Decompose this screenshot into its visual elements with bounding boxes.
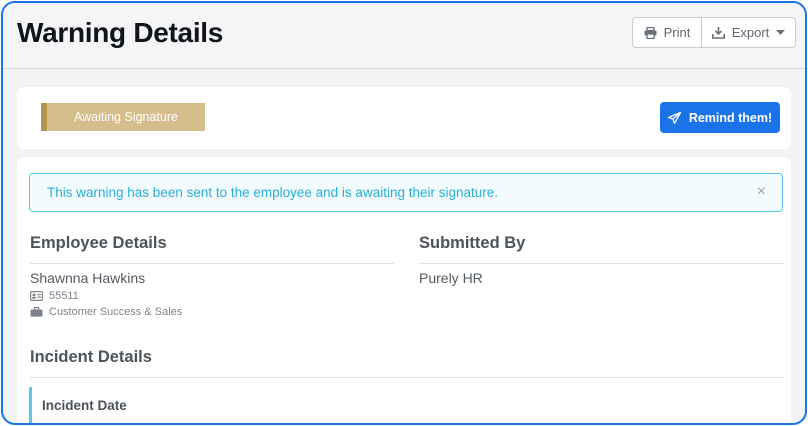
- alert-message: This warning has been sent to the employ…: [47, 185, 499, 200]
- employee-department-row: Customer Success & Sales: [30, 306, 182, 318]
- briefcase-icon: [30, 307, 43, 317]
- export-label: Export: [731, 25, 770, 40]
- print-button[interactable]: Print: [633, 18, 702, 47]
- incident-details-heading: Incident Details: [30, 348, 784, 378]
- employee-name: Shawnna Hawkins: [30, 270, 146, 286]
- employee-id-row: 55511: [30, 290, 79, 302]
- employee-department: Customer Success & Sales: [49, 306, 183, 318]
- status-card: Awaiting Signature Remind them!: [17, 87, 791, 149]
- export-dropdown-button[interactable]: Export: [702, 18, 795, 47]
- status-badge: Awaiting Signature: [41, 103, 205, 131]
- id-card-icon: [30, 291, 43, 301]
- caret-down-icon: [776, 30, 786, 35]
- paper-plane-icon: [667, 111, 681, 124]
- alert-close-icon[interactable]: ×: [757, 183, 766, 201]
- remind-button[interactable]: Remind them!: [660, 102, 780, 133]
- employee-id: 55511: [49, 290, 79, 302]
- page-title: Warning Details: [17, 17, 224, 48]
- action-button-group: Print Export: [632, 17, 796, 48]
- submitted-by-heading: Submitted By: [419, 234, 784, 264]
- incident-date-label: Incident Date: [42, 398, 127, 413]
- info-alert: This warning has been sent to the employ…: [29, 173, 783, 212]
- details-card: This warning has been sent to the employ…: [17, 157, 791, 423]
- remind-label: Remind them!: [688, 110, 773, 125]
- window-frame: Warning Details Print Export Awaiting Si…: [1, 1, 807, 425]
- submitter-name: Purely HR: [419, 270, 483, 286]
- employee-details-heading: Employee Details: [30, 234, 394, 264]
- printer-icon: [644, 26, 657, 39]
- incident-accent-bar: [29, 387, 32, 423]
- page-header: Warning Details Print Export: [3, 3, 805, 69]
- download-icon: [711, 26, 725, 39]
- print-label: Print: [663, 25, 691, 40]
